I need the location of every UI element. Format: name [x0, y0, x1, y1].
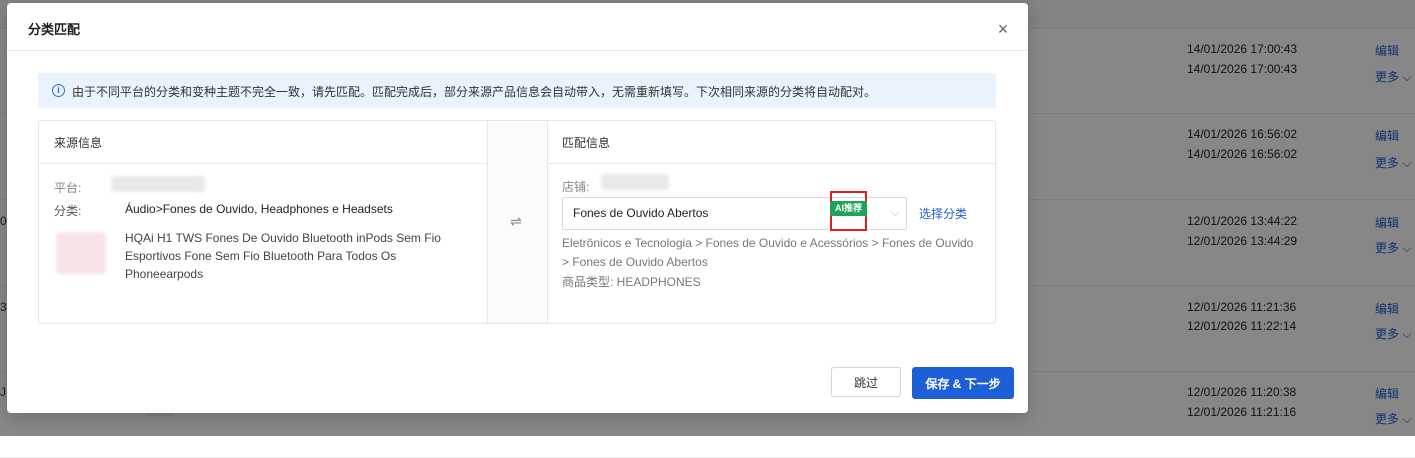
source-category: Áudio>Fones de Ouvido, Headphones e Head…: [125, 202, 393, 216]
match-info-header: 匹配信息: [547, 121, 995, 164]
match-info-title: 匹配信息: [562, 136, 611, 150]
category-match-dialog: 分类匹配 × i 由于不同平台的分类和变种主题不完全一致，请先匹配。匹配完成后，…: [7, 3, 1028, 413]
swap-column: ⇌: [487, 121, 548, 323]
store-label: 店铺:: [562, 180, 590, 194]
category-path: Eletrônicos e Tecnologia > Fones de Ouvi…: [562, 236, 974, 269]
ai-recommend-badge: AI推荐: [830, 201, 867, 216]
skip-button[interactable]: 跳过: [831, 367, 901, 397]
header-divider: [7, 50, 1028, 51]
swap-arrows-icon: ⇌: [510, 213, 522, 229]
product-thumbnail: [56, 232, 106, 274]
platform-label: 平台:: [54, 181, 82, 195]
choose-category-link[interactable]: 选择分类: [919, 205, 967, 222]
source-info-title: 来源信息: [54, 136, 103, 150]
platform-value-redacted: [111, 176, 205, 192]
store-value-redacted: [601, 174, 669, 190]
category-label: 分类:: [54, 204, 82, 218]
category-select[interactable]: Fones de Ouvido Abertos AI推荐 ⌵: [562, 191, 907, 231]
save-next-button[interactable]: 保存 & 下一步: [912, 367, 1014, 399]
close-icon[interactable]: ×: [993, 19, 1013, 39]
match-info-column: 匹配信息 店铺: Fones de Ouvido Abertos AI推荐 ⌵ …: [547, 121, 995, 323]
chevron-down-icon[interactable]: ⌵: [891, 207, 899, 220]
match-panel: 来源信息 平台: 分类: Áudio>Fones de Ouvido, Head…: [38, 120, 996, 324]
product-type: 商品类型: HEADPHONES: [562, 275, 701, 289]
info-icon: i: [52, 84, 65, 97]
ai-highlight-box: AI推荐: [830, 191, 867, 231]
selected-category: Fones de Ouvido Abertos: [573, 206, 709, 220]
source-info-column: 来源信息 平台: 分类: Áudio>Fones de Ouvido, Head…: [39, 121, 487, 323]
dialog-title: 分类匹配: [28, 22, 81, 37]
source-info-header: 来源信息: [39, 121, 487, 164]
info-banner: i 由于不同平台的分类和变种主题不完全一致，请先匹配。匹配完成后，部分来源产品信…: [38, 73, 996, 108]
info-text: 由于不同平台的分类和变种主题不完全一致，请先匹配。匹配完成后，部分来源产品信息会…: [72, 85, 877, 99]
product-title: HQAi H1 TWS Fones De Ouvido Bluetooth in…: [125, 231, 441, 281]
